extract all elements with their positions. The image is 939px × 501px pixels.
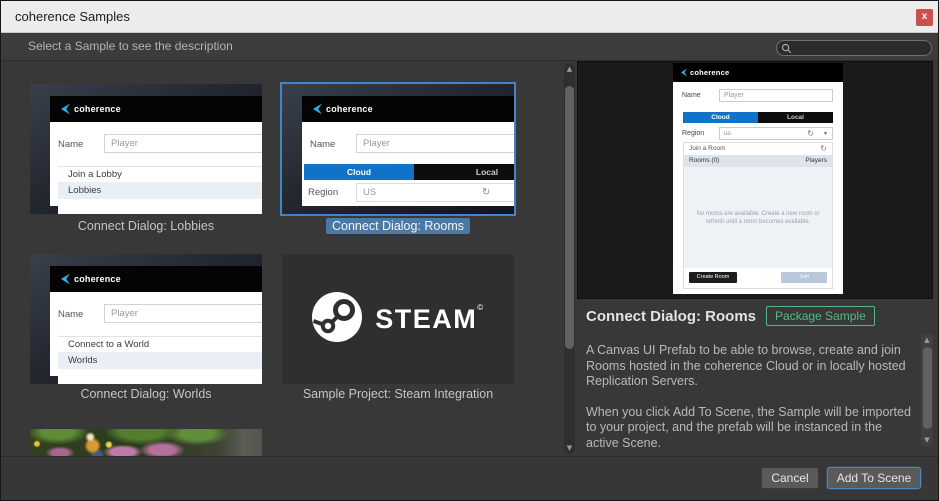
sample-thumb-rooms[interactable]: coherence Name Player Cloud Local Region…: [282, 84, 514, 214]
sample-thumb-lobbies[interactable]: coherence Name Player Join a Lobby Lobbi…: [30, 84, 262, 214]
chevron-down-icon: ▾: [824, 128, 827, 140]
players-column: Players: [805, 155, 827, 167]
sample-thumb-steam[interactable]: STEAM©: [282, 254, 514, 384]
preview-dialog-header: coherence: [673, 63, 843, 82]
lobbies-mini-dialog: coherence Name Player Join a Lobby Lobbi…: [50, 96, 262, 206]
join-room-footer: Create Room Join: [684, 268, 832, 288]
sample-detail-panel: Connect Dialog: Rooms Package Sample A C…: [577, 299, 933, 456]
coherence-logo-icon: [61, 274, 70, 285]
detail-title-row: Connect Dialog: Rooms Package Sample: [586, 306, 875, 326]
steam-trademark: ©: [477, 303, 484, 312]
cloud-local-tabs: Cloud Local: [304, 164, 514, 180]
window-title: coherence Samples: [15, 1, 130, 32]
description-paragraph: When you click Add To Scene, the Sample …: [586, 405, 918, 452]
footer-bar: Cancel Add To Scene: [1, 456, 938, 501]
package-sample-badge: Package Sample: [766, 306, 875, 326]
mini-dialog-header: coherence: [50, 96, 262, 122]
tab-cloud: Cloud: [304, 164, 414, 180]
toolbar: Select a Sample to see the description: [1, 33, 938, 61]
mini-dialog-header: coherence: [50, 266, 262, 292]
region-label: Region: [682, 130, 704, 137]
search-icon: [781, 43, 792, 54]
grid-scrollbar-thumb[interactable]: [565, 86, 574, 349]
name-label: Name: [682, 92, 701, 99]
join-room-header: Join a Room ↻: [684, 143, 832, 155]
coherence-logo-text: coherence: [326, 104, 373, 114]
menu-row-empty: [58, 199, 262, 214]
preview-image: coherence Name Player Cloud Local Region…: [673, 63, 843, 294]
name-value: Player: [104, 304, 262, 323]
region-dropdown: us ↻ ▾: [719, 127, 833, 140]
sample-thumb-worlds[interactable]: coherence Name Player Connect to a World…: [30, 254, 262, 384]
samples-window: coherence Samples x Select a Sample to s…: [0, 0, 939, 501]
cloud-local-tabs: Cloud Local: [683, 112, 833, 123]
scroll-up-icon[interactable]: ▲: [921, 336, 933, 344]
sample-preview-area: coherence Name Player Cloud Local Region…: [577, 61, 933, 299]
menu-item: Lobbies: [58, 183, 262, 199]
coherence-logo-icon: [681, 69, 687, 77]
name-label: Name: [58, 309, 83, 320]
tab-cloud: Cloud: [683, 112, 758, 123]
scroll-down-icon[interactable]: ▼: [564, 444, 575, 452]
toolbar-hint: Select a Sample to see the description: [28, 33, 233, 60]
rooms-mini-dialog: coherence Name Player Cloud Local Region…: [302, 96, 514, 206]
mini-dialog-header: coherence: [302, 96, 514, 122]
menu-title: Join a Lobby: [58, 167, 262, 183]
search-input[interactable]: [776, 40, 932, 56]
menu-row-empty: [58, 369, 262, 384]
rooms-empty-state: No rooms are available. Create a new roo…: [684, 167, 832, 268]
coherence-logo-icon: [313, 104, 322, 115]
coherence-logo-text: coherence: [74, 104, 121, 114]
sample-label-steam: Sample Project: Steam Integration: [282, 386, 514, 403]
menu-title: Connect to a World: [58, 337, 262, 353]
name-label: Name: [310, 139, 335, 150]
close-button[interactable]: x: [916, 9, 933, 26]
lobby-menu: Join a Lobby Lobbies: [58, 166, 262, 214]
coherence-logo-text: coherence: [690, 68, 729, 77]
steam-logo-icon: [311, 291, 363, 348]
steam-wordmark: STEAM©: [375, 303, 484, 335]
menu-item: Worlds: [58, 353, 262, 369]
add-to-scene-button[interactable]: Add To Scene: [827, 467, 921, 489]
sample-label-lobbies: Connect Dialog: Lobbies: [30, 218, 262, 235]
refresh-icon: ↻: [807, 128, 814, 140]
coherence-logo-text: coherence: [74, 274, 121, 284]
name-label: Name: [58, 139, 83, 150]
tab-local: Local: [414, 164, 514, 180]
region-dropdown: US ↻: [356, 183, 514, 202]
detail-description: A Canvas UI Prefab to be able to browse,…: [586, 343, 918, 451]
refresh-icon: ↻: [820, 143, 827, 155]
world-menu: Connect to a World Worlds: [58, 336, 262, 384]
rooms-columns-header: Rooms (0) Players: [684, 155, 832, 167]
description-paragraph: A Canvas UI Prefab to be able to browse,…: [586, 343, 918, 390]
cancel-button[interactable]: Cancel: [761, 467, 819, 489]
name-value: Player: [719, 89, 833, 102]
scroll-down-icon[interactable]: ▼: [921, 436, 933, 444]
scroll-up-icon[interactable]: ▲: [564, 65, 575, 73]
sample-thumb-nature[interactable]: [30, 429, 262, 456]
coherence-logo-icon: [61, 104, 70, 115]
create-room-button: Create Room: [689, 272, 737, 283]
description-scrollbar-thumb[interactable]: [923, 347, 932, 429]
join-button: Join: [781, 272, 827, 283]
description-scrollbar[interactable]: ▲ ▼: [921, 334, 933, 446]
selected-label-pill: Connect Dialog: Rooms: [326, 218, 470, 234]
join-room-panel: Join a Room ↻ Rooms (0) Players No rooms…: [683, 142, 833, 289]
worlds-mini-dialog: coherence Name Player Connect to a World…: [50, 266, 262, 376]
refresh-icon: ↻: [482, 184, 490, 202]
sample-label-rooms: Connect Dialog: Rooms: [282, 218, 514, 235]
sample-label-worlds: Connect Dialog: Worlds: [30, 386, 262, 403]
title-bar: coherence Samples x: [1, 1, 938, 33]
sample-grid: coherence Name Player Join a Lobby Lobbi…: [1, 61, 562, 456]
name-value: Player: [104, 134, 262, 153]
region-label: Region: [308, 187, 338, 198]
grid-scrollbar[interactable]: ▲ ▼: [564, 63, 575, 454]
detail-title: Connect Dialog: Rooms: [586, 308, 756, 325]
tab-local: Local: [758, 112, 833, 123]
rooms-count-column: Rooms (0): [689, 157, 719, 164]
name-value: Player: [356, 134, 514, 153]
